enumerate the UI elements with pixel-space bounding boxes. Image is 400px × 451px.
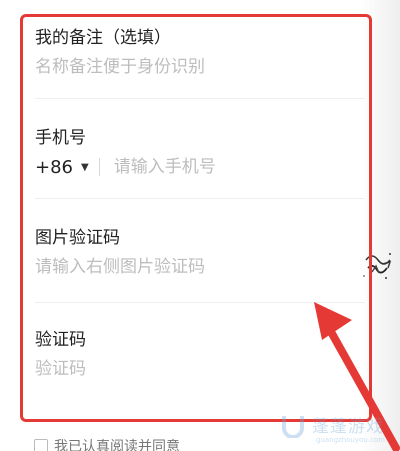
watermark-logo-icon xyxy=(282,416,304,438)
country-code-value: +86 xyxy=(35,156,73,178)
chevron-down-icon: ▼ xyxy=(81,161,89,173)
watermark-text: 蓬蓬游戏 xyxy=(312,417,384,437)
phone-field: 手机号 +86 ▼ xyxy=(35,128,355,179)
remark-field: 我的备注（选填） xyxy=(35,28,355,79)
remark-input[interactable] xyxy=(35,55,335,79)
sms-code-input[interactable] xyxy=(35,357,335,381)
phone-input[interactable] xyxy=(113,157,304,177)
remark-label: 我的备注（选填） xyxy=(35,28,171,48)
watermark: 蓬蓬游戏 guangzhouyou.com xyxy=(280,408,400,451)
agreement-checkbox[interactable] xyxy=(34,439,48,451)
agreement-text: 我已认真阅读并同意 xyxy=(54,439,180,451)
image-captcha-label: 图片验证码 xyxy=(35,228,120,248)
divider xyxy=(35,198,365,199)
watermark-domain: guangzhouyou.com xyxy=(316,436,385,444)
divider xyxy=(35,98,365,99)
agreement-row[interactable]: 我已认真阅读并同意 xyxy=(34,438,180,451)
separator xyxy=(98,158,100,176)
captcha-image[interactable] xyxy=(360,246,400,286)
phone-row: +86 ▼ xyxy=(35,155,355,179)
image-captcha-field: 图片验证码 xyxy=(35,228,355,279)
country-code-select[interactable]: +86 ▼ xyxy=(35,157,89,178)
page: 我的备注（选填） 手机号 +86 ▼ 图片验证码 验证码 xyxy=(0,0,400,451)
phone-label: 手机号 xyxy=(35,128,86,148)
image-captcha-input[interactable] xyxy=(35,255,335,279)
